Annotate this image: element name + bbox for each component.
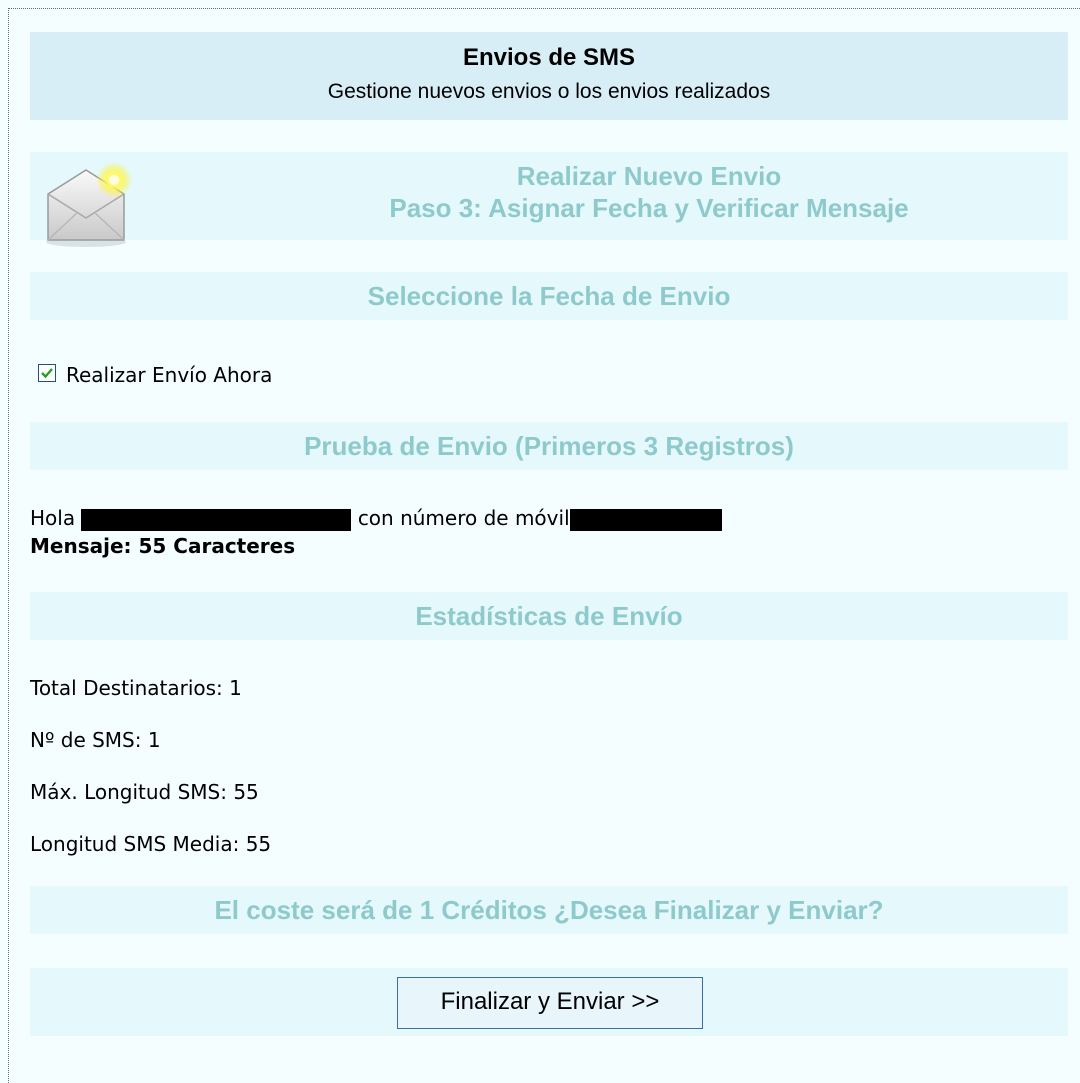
- date-section-title: Seleccione la Fecha de Envio: [30, 272, 1068, 320]
- page-subtitle: Gestione nuevos envios o los envios real…: [327, 80, 771, 103]
- message-length: Mensaje: 55 Caracteres: [30, 534, 296, 558]
- stat-average-length: Longitud SMS Media: 55: [30, 832, 272, 856]
- step-subtitle: Paso 3: Asignar Fecha y Verificar Mensaj…: [389, 193, 909, 223]
- redacted-phone: [569, 508, 722, 531]
- redacted-name: [81, 508, 352, 531]
- message-prefix: Hola: [30, 506, 76, 530]
- stat-sms-count: Nº de SMS: 1: [30, 728, 161, 752]
- step-title: Realizar Nuevo Envio: [516, 161, 782, 191]
- message-middle: con número de móvil: [357, 506, 570, 530]
- preview-section-title: Prueba de Envio (Primeros 3 Registros): [30, 422, 1068, 470]
- preview-message: Hola con número de móvil: [30, 506, 722, 531]
- cost-confirmation: El coste será de 1 Créditos ¿Desea Final…: [30, 886, 1068, 934]
- stat-total-recipients: Total Destinatarios: 1: [30, 676, 242, 700]
- envelope-icon: [46, 162, 132, 247]
- page-header: Envios de SMS Gestione nuevos envios o l…: [30, 32, 1068, 120]
- stats-section-title: Estadísticas de Envío: [30, 592, 1068, 640]
- send-now-label[interactable]: Realizar Envío Ahora: [66, 363, 272, 387]
- checkmark-icon: [41, 368, 53, 379]
- step-banner: Realizar Nuevo Envio Paso 3: Asignar Fec…: [30, 152, 1068, 240]
- page-title: Envios de SMS: [462, 44, 636, 71]
- finalize-send-button[interactable]: Finalizar y Enviar >>: [397, 977, 703, 1029]
- send-now-checkbox[interactable]: [38, 364, 56, 382]
- stat-max-length: Máx. Longitud SMS: 55: [30, 780, 259, 804]
